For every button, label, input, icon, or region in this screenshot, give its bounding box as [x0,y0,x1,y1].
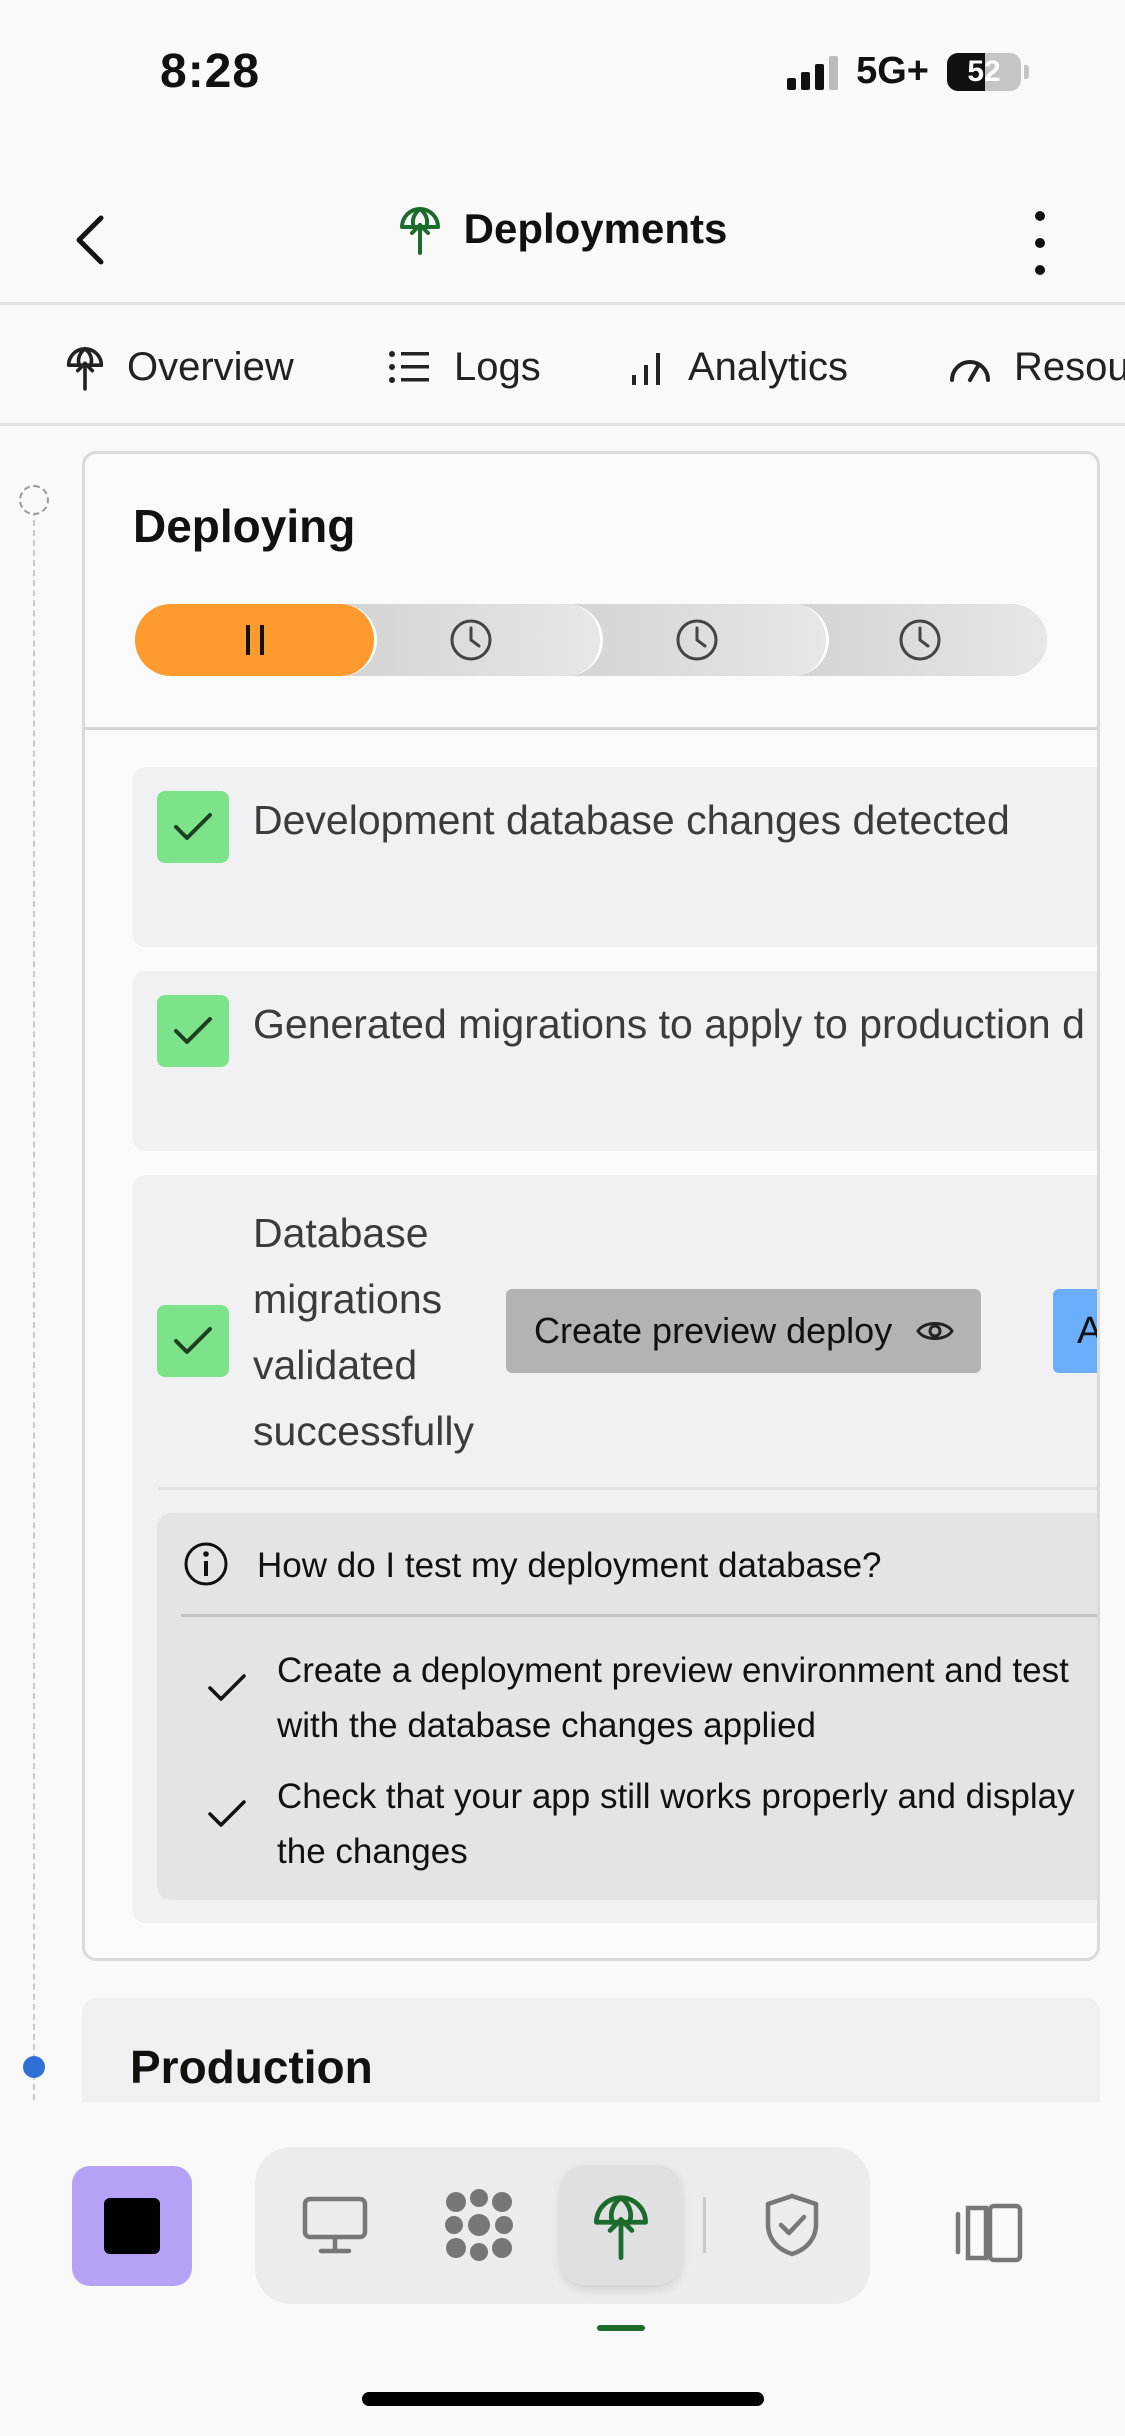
eye-icon [916,1322,954,1340]
step-label: Development database changes detected [253,797,1010,843]
divider [85,727,1097,730]
deploy-progress-bar [135,604,1047,676]
apply-button[interactable]: App [1053,1289,1097,1373]
more-options-button[interactable] [1025,203,1055,283]
step-label: Database migrations validated successful… [253,1210,475,1454]
pause-icon [245,625,264,655]
divider [159,1487,1097,1490]
active-tool-indicator [597,2325,645,2331]
cellular-signal-icon [787,54,839,90]
network-type: 5G+ [856,50,929,92]
separator [703,2197,706,2253]
vertical-ellipsis-icon [1035,211,1045,222]
checkmark-icon [174,1327,212,1354]
checkmark-icon [208,1800,246,1827]
battery-icon: 52 [947,52,1021,91]
check-badge [157,791,229,863]
header-title-group: Deployments [0,203,1125,255]
divider [181,1614,1097,1617]
clock-icon [450,619,491,661]
check-badge [157,1305,229,1377]
tab-analytics[interactable]: Analytics [630,308,849,423]
timeline-node [23,2056,45,2078]
tab-label: Overview [127,344,294,389]
create-preview-deploy-button[interactable]: Create preview deploy [506,1289,981,1373]
deploy-icon [594,2195,648,2261]
list-icon [389,351,429,383]
step-label: Generated migrations to apply to product… [253,1001,1085,1047]
stop-button[interactable] [72,2166,192,2286]
info-box: How do I test my deployment database? Cr… [157,1513,1097,1900]
app-header: Deployments [0,175,1125,305]
tip-text: Create a deployment preview environment … [277,1651,1069,1745]
tip-text: Check that your app still works properly… [277,1777,1075,1871]
tab-resources[interactable]: Resou [948,308,1125,423]
tool-switcher [255,2147,870,2304]
stop-icon [104,2198,160,2254]
deploy-icon [399,207,440,255]
tab-logs[interactable]: Logs [388,308,541,423]
step-item: Database migrations validated successful… [133,1175,1097,1923]
bar-chart-icon [632,353,660,385]
checkmark-icon [174,813,212,840]
tool-preview[interactable] [275,2165,395,2285]
clock-icon [899,619,941,661]
tab-label: Logs [454,344,541,389]
network-hub-icon [445,2189,513,2261]
progress-step-pending [567,604,829,676]
button-label: Create preview deploy [534,1310,893,1351]
info-question: How do I test my deployment database? [257,1546,882,1585]
deploy-icon [66,347,104,391]
panels-button[interactable] [940,2183,1040,2283]
step-item: Generated migrations to apply to product… [133,971,1097,1151]
monitor-icon [302,2196,368,2254]
production-card[interactable]: Production [82,1998,1100,2108]
status-time: 8:28 [160,45,261,98]
tab-bar: Overview Logs Analytics Resou [0,308,1125,426]
clock-icon [676,619,717,661]
status-indicators: 5G+ 52 [787,50,1029,93]
step-item: Development database changes detected [133,767,1097,947]
progress-step-active [135,604,377,676]
tool-deployments[interactable] [561,2165,681,2285]
gauge-icon [950,360,990,382]
tool-integrations[interactable] [419,2165,539,2285]
deploying-heading: Deploying [133,500,356,552]
checkmark-icon [174,1017,212,1044]
info-icon [184,1542,228,1586]
panels-icon [955,2203,1023,2263]
production-heading: Production [130,2041,373,2093]
check-badge [157,995,229,1067]
tool-security[interactable] [732,2165,852,2285]
timeline-pending-node [19,485,49,515]
timeline-line [33,510,35,2100]
checkmark-icon [208,1674,246,1701]
shield-check-icon [765,2193,819,2257]
progress-step-pending [793,604,1047,676]
tab-overview[interactable]: Overview [25,308,334,423]
deploying-card: Deploying Development database changes d… [82,451,1100,1961]
battery-level: 52 [967,54,1001,88]
progress-step-pending [341,604,603,676]
home-indicator[interactable] [362,2392,764,2406]
page-title: Deployments [463,205,728,252]
tab-label: Analytics [688,344,849,389]
tab-label: Resou [1014,344,1125,389]
